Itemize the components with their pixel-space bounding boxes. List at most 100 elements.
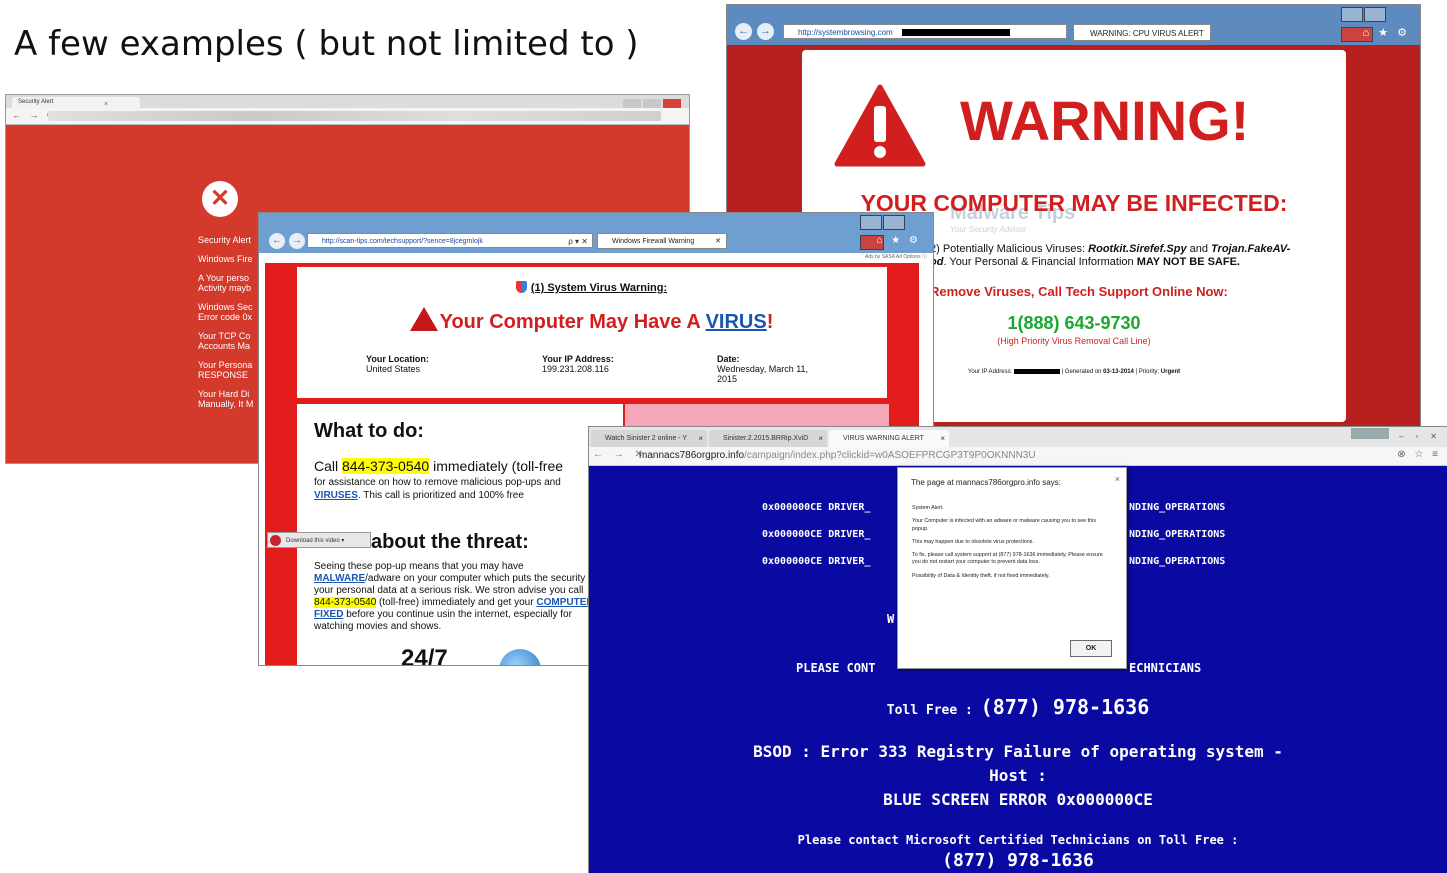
tab-close-icon[interactable]: × bbox=[818, 430, 823, 447]
error-x-icon: ✕ bbox=[202, 181, 238, 217]
warning-triangle-icon bbox=[834, 84, 926, 167]
label: Your IP Address: bbox=[542, 354, 614, 364]
emphasis: MAY NOT BE SAFE. bbox=[1136, 256, 1240, 268]
toll-free-line: Toll Free : (877) 978-1636 bbox=[589, 695, 1447, 719]
url-field[interactable]: http://scan-tips.com/techsupport/?sence=… bbox=[307, 233, 593, 248]
text: Your Computer May Have A bbox=[439, 311, 706, 333]
dialog-title: The page at mannacs786orgpro.info says: bbox=[911, 478, 1061, 487]
window-controls: – ▫ ✕ bbox=[1351, 428, 1443, 441]
text: . This call is prioritized and 100% free bbox=[357, 490, 524, 501]
browser-tab[interactable]: Security Alert × bbox=[12, 97, 140, 108]
browser-tab[interactable]: VIRUS WARNING ALERT × bbox=[829, 430, 949, 447]
about-threat-heading: about the threat: bbox=[371, 531, 529, 553]
virus-link[interactable]: VIRUS bbox=[706, 311, 767, 333]
phone-number[interactable]: 844-373-0540 bbox=[314, 597, 377, 608]
viruses-link[interactable]: VIRUSES bbox=[314, 490, 358, 501]
tab-bar: Security Alert × bbox=[6, 95, 689, 109]
system-virus-warning: (1) System Virus Warning: bbox=[259, 281, 924, 294]
tab-close-icon[interactable]: × bbox=[940, 430, 945, 447]
address-bar: ← → C bbox=[6, 108, 689, 125]
browser-tab[interactable]: Windows Firewall Warning ✕ bbox=[597, 233, 727, 249]
toolbar-icons[interactable]: ⊗ ☆ ≡ bbox=[1397, 449, 1441, 460]
browser-chrome: ← → http://systembrowsing.com WARNING: C… bbox=[727, 5, 1420, 45]
red-border-top bbox=[297, 263, 887, 267]
minimize-button[interactable]: – bbox=[1393, 432, 1409, 441]
shield-icon bbox=[515, 281, 527, 293]
text: Seeing these pop-up means that you may h… bbox=[314, 561, 524, 572]
maximize-button[interactable] bbox=[883, 215, 905, 230]
url-buttons[interactable]: ρ ▾ ✕ bbox=[568, 234, 588, 249]
value: Wednesday, March 11, 2015 bbox=[717, 364, 809, 384]
bsod-error: BLUE SCREEN ERROR 0x000000CE bbox=[883, 790, 1153, 809]
tab-title: Windows Firewall Warning bbox=[612, 238, 695, 245]
minimize-button[interactable] bbox=[860, 215, 882, 230]
windows-orb-icon bbox=[499, 649, 541, 665]
window-controls bbox=[1340, 7, 1414, 42]
dialog-line: Your Computer is infected with an adware… bbox=[912, 518, 1097, 532]
back-button[interactable]: ← bbox=[269, 233, 285, 249]
pinterest-icon bbox=[270, 535, 281, 546]
toolbar-icons[interactable]: ⌂ ★ ⚙ bbox=[1363, 26, 1410, 39]
text: (1) System Virus Warning: bbox=[530, 282, 668, 294]
forward-button[interactable]: → bbox=[289, 233, 305, 249]
browser-tab[interactable]: Sinister.2.2015.BRRip.XviD × bbox=[709, 430, 827, 447]
download-video-button[interactable]: Download this video ▾ bbox=[267, 532, 371, 548]
url-text: http://scan-tips.com/techsupport/?sence=… bbox=[322, 238, 483, 245]
label: Download this video ▾ bbox=[286, 538, 345, 544]
date-info: Date: Wednesday, March 11, 2015 bbox=[717, 354, 808, 384]
twentyfour-seven: 24/7 bbox=[401, 645, 448, 665]
tab-close-icon[interactable]: ✕ bbox=[715, 234, 721, 250]
bsod-line: BSOD : Error 333 Registry Failure of ope… bbox=[753, 742, 1283, 761]
contact-line: Please contact Microsoft Certified Techn… bbox=[797, 833, 1239, 847]
maximize-button[interactable] bbox=[1364, 7, 1386, 22]
ad-options[interactable]: Ads by SASA Ad Options ⓘ bbox=[259, 253, 933, 263]
tab-title: WARNING: CPU VIRUS ALERT bbox=[1090, 29, 1204, 38]
dialog-line: To fix, please call system support at (8… bbox=[912, 552, 1103, 566]
phone-number: (877) 978-1636 bbox=[980, 695, 1150, 719]
minimize-button[interactable] bbox=[1341, 7, 1363, 22]
bsod-host: Host : bbox=[989, 766, 1047, 785]
dialog-message: System Alert. Your Computer is infected … bbox=[912, 505, 1112, 586]
text: | Generated on bbox=[1059, 369, 1104, 376]
driver-error-line: 0x000000CE DRIVER_ bbox=[762, 529, 871, 540]
text: Your IP Address: bbox=[967, 369, 1014, 376]
malware-link[interactable]: MALWARE bbox=[314, 573, 365, 584]
close-window-button[interactable]: ✕ bbox=[1424, 432, 1443, 441]
text: 2) Potentially Malicious Viruses: bbox=[930, 243, 1089, 255]
contact-number: (877) 978-1636 bbox=[942, 850, 1094, 871]
forward-button[interactable]: → bbox=[757, 23, 774, 40]
browser-chrome: ← → http://scan-tips.com/techsupport/?se… bbox=[259, 213, 933, 253]
location-info: Your Location: United States bbox=[366, 354, 429, 374]
maximize-button[interactable]: ▫ bbox=[1409, 432, 1424, 441]
browser-tab[interactable]: Watch Sinister 2 online - Y × bbox=[591, 430, 707, 447]
warning-title: WARNING! bbox=[960, 89, 1250, 152]
text: (toll-free) immediately and get your bbox=[376, 597, 537, 608]
redaction-bar bbox=[1013, 369, 1060, 374]
url-field[interactable] bbox=[48, 111, 661, 121]
browser-tab[interactable]: WARNING: CPU VIRUS ALERT bbox=[1073, 24, 1211, 41]
watermark-subtitle: Your Security Advisor bbox=[950, 225, 1027, 234]
phone-number[interactable]: 844-373-0540 bbox=[342, 458, 430, 474]
tab-title: VIRUS WARNING ALERT bbox=[843, 435, 924, 442]
window-controls bbox=[621, 96, 685, 109]
url-field[interactable]: http://systembrowsing.com bbox=[783, 24, 1067, 39]
dialog-close-icon[interactable]: × bbox=[1115, 474, 1120, 484]
ok-button[interactable]: OK bbox=[1070, 640, 1112, 657]
url-field[interactable]: mannacs786orgpro.info/campaign/index.php… bbox=[639, 450, 1036, 461]
text: before you continue usin the internet, e… bbox=[314, 609, 572, 632]
tab-close-icon[interactable]: × bbox=[698, 430, 703, 447]
tab-title: Sinister.2.2015.BRRip.XviD bbox=[723, 435, 809, 442]
address-bar: ← → ✕ mannacs786orgpro.info/campaign/ind… bbox=[589, 447, 1447, 466]
toolbar-icons[interactable]: ⌂ ★ ⚙ bbox=[876, 235, 921, 246]
text: for assistance on how to remove maliciou… bbox=[314, 477, 561, 488]
label: Date: bbox=[717, 354, 740, 364]
label: Toll Free : bbox=[886, 703, 981, 718]
dialog-line: Possibility of Data & Identity theft, if… bbox=[912, 572, 1050, 579]
priority: Urgent bbox=[1160, 369, 1181, 376]
redaction-bar bbox=[902, 29, 1010, 36]
technicians-fragment: ECHNICIANS bbox=[1129, 661, 1202, 675]
user-badge[interactable] bbox=[1351, 428, 1389, 439]
back-button[interactable]: ← bbox=[735, 23, 752, 40]
dialog-line: System Alert. bbox=[912, 505, 944, 511]
virus-headline: Your Computer May Have A VIRUS! bbox=[259, 307, 924, 334]
